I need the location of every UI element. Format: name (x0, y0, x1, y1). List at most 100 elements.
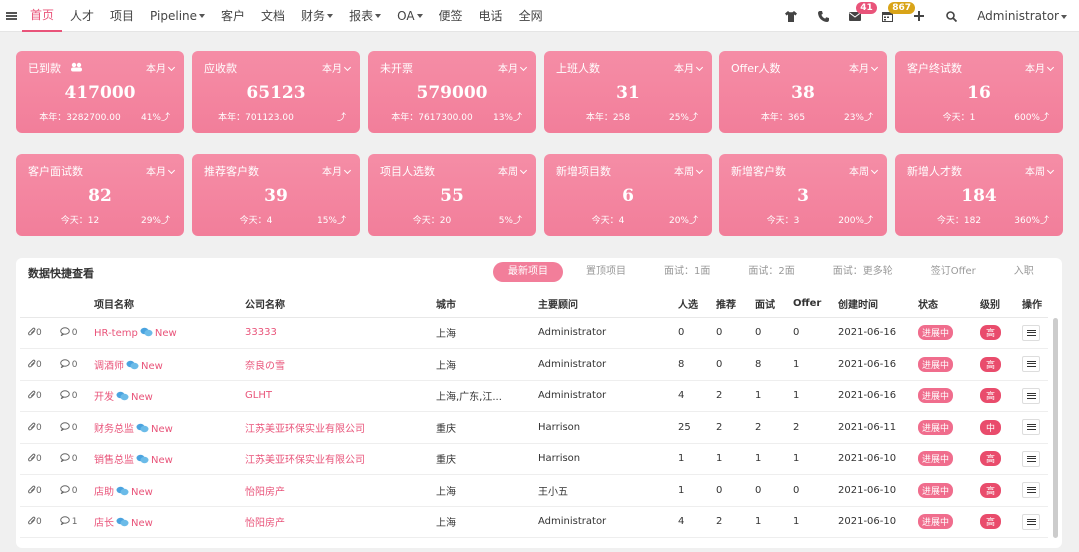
period-dropdown[interactable]: 本周 (674, 163, 704, 178)
user-menu[interactable]: Administrator (967, 0, 1079, 32)
table-row[interactable]: 0 0 HR-temp New 33333 上海 Administrator 0 0 0 0 2021… (20, 317, 1048, 349)
column-header: 创建时间 (834, 291, 914, 318)
company-link[interactable]: 奈良の雪 (245, 361, 285, 372)
stat-card[interactable]: 新增人才数 本周 184 今天：182 360%⤴ (895, 154, 1063, 236)
stat-card[interactable]: 已到款 本月 417000 本年：3282700.00 41%⤴ (16, 51, 184, 133)
period-dropdown[interactable]: 本周 (849, 163, 879, 178)
stat-card[interactable]: 项目人选数 本周 55 今天：20 5%⤴ (368, 154, 536, 236)
project-link[interactable]: 财务总监 (94, 424, 134, 435)
project-link[interactable]: 店长 (94, 518, 114, 529)
status-badge: 进展中 (918, 451, 954, 467)
shirt-icon[interactable] (775, 0, 807, 32)
stat-card[interactable]: 新增客户数 本周 3 今天：3 200%⤴ (719, 154, 887, 236)
period-dropdown[interactable]: 本月 (498, 60, 528, 75)
quick-view-panel: 数据快捷查看 最新项目 置顶项目 面试：1面 面试：2面 面试：更多轮 签订Offer 入职… (16, 258, 1062, 548)
stat-card[interactable]: 客户面试数 本月 82 今天：12 29%⤴ (16, 154, 184, 236)
company-cell: 江苏美亚环保实业有限公司 (241, 411, 432, 444)
tab-0[interactable]: 最新项目 (493, 262, 563, 282)
stat-card[interactable]: 客户终试数 本月 16 今天：1 600%⤴ (895, 51, 1063, 133)
action-menu-button[interactable] (1022, 356, 1040, 373)
action-cell (1018, 380, 1048, 412)
search-icon[interactable] (935, 0, 967, 32)
period-dropdown[interactable]: 本月 (322, 60, 352, 75)
project-link[interactable]: 店助 (94, 487, 114, 498)
period-dropdown[interactable]: 本月 (674, 60, 704, 75)
action-menu-button[interactable] (1022, 324, 1040, 341)
project-link[interactable]: 开发 (94, 392, 114, 403)
calendar-icon[interactable]: 867 (871, 0, 915, 32)
action-menu-button[interactable] (1022, 419, 1040, 436)
tab-6[interactable]: 入职 (999, 262, 1049, 282)
chat-icon (116, 392, 129, 403)
stat-card[interactable]: 未开票 本月 579000 本年：7617300.00 13%⤴ (368, 51, 536, 133)
nav-item-0[interactable]: 首页 (22, 0, 63, 32)
company-link[interactable]: 江苏美亚环保实业有限公司 (245, 455, 365, 466)
nav-item-3[interactable]: Pipeline (142, 0, 213, 32)
nav-item-2[interactable]: 项目 (102, 0, 142, 32)
tab-5[interactable]: 签订Offer (916, 262, 991, 282)
stat-card[interactable]: 应收款 本月 65123 本年：701123.00 ⤴ (192, 51, 360, 133)
trend-arrow-icon: ⤴ (688, 216, 698, 226)
action-menu-button[interactable] (1022, 387, 1040, 404)
tab-4[interactable]: 面试：更多轮 (818, 262, 908, 282)
stat-card[interactable]: 推荐客户数 本月 39 今天：4 15%⤴ (192, 154, 360, 236)
tab-2[interactable]: 面试：1面 (649, 262, 725, 282)
chat-icon (136, 423, 149, 435)
table-body: 0 0 HR-temp New 33333 上海 Administrator 0 0 0 0 2021… (20, 317, 1048, 538)
action-cell (1018, 443, 1048, 475)
project-link[interactable]: 销售总监 (94, 455, 134, 466)
period-label: 本月 (146, 64, 166, 75)
card-title: 上班人数 (556, 62, 600, 75)
action-menu-button[interactable] (1022, 513, 1040, 530)
period-dropdown[interactable]: 本周 (1025, 163, 1055, 178)
mail-icon[interactable]: 41 (839, 0, 877, 32)
action-menu-button[interactable] (1022, 450, 1040, 467)
nav-item-4[interactable]: 客户 (213, 0, 253, 32)
plus-icon[interactable] (903, 0, 935, 32)
nav-item-6[interactable]: 财务 (293, 0, 341, 32)
period-dropdown[interactable]: 本月 (146, 60, 176, 75)
chevron-down-icon (199, 14, 206, 18)
table-row[interactable]: 0 0 调酒师 New 奈良の雪 上海 Administrator 8 0 8 1 2021-06-1… (20, 348, 1048, 381)
project-link[interactable]: HR-temp (94, 328, 138, 339)
tab-1[interactable]: 置顶项目 (571, 262, 641, 282)
period-dropdown[interactable]: 本月 (849, 60, 879, 75)
period-dropdown[interactable]: 本周 (498, 163, 528, 178)
phone-icon[interactable] (807, 0, 839, 32)
company-link[interactable]: 江苏美亚环保实业有限公司 (245, 424, 365, 435)
company-link[interactable]: 33333 (245, 327, 277, 338)
card-value: 3 (797, 186, 809, 206)
company-cell: 奈良の雪 (241, 348, 432, 381)
table-row[interactable]: 0 1 店长 New 怡阳房产 上海 Administrator 4 2 1 1 2021-06-10… (20, 506, 1048, 538)
period-dropdown[interactable]: 本月 (322, 163, 352, 178)
offer-cell: 1 (789, 443, 834, 475)
stat-card[interactable]: Offer人数 本月 38 本年：365 23%⤴ (719, 51, 887, 133)
period-dropdown[interactable]: 本月 (1025, 60, 1055, 75)
candidates-cell: 1 (674, 443, 712, 475)
scrollbar[interactable] (1053, 318, 1058, 538)
table-row[interactable]: 0 0 销售总监 New 江苏美亚环保实业有限公司 重庆 Harrison 1 1 1 1 2021-… (20, 443, 1048, 475)
action-menu-button[interactable] (1022, 482, 1040, 499)
nav-item-7[interactable]: 报表 (341, 0, 389, 32)
company-link[interactable]: 怡阳房产 (245, 487, 285, 498)
tab-3[interactable]: 面试：2面 (733, 262, 809, 282)
nav-item-1[interactable]: 人才 (62, 0, 102, 32)
project-link[interactable]: 调酒师 (94, 361, 124, 372)
nav-item-9[interactable]: 便签 (431, 0, 471, 32)
company-link[interactable]: GLHT (245, 390, 272, 401)
menu-icon[interactable] (0, 0, 22, 32)
consultant-cell: Administrator (534, 506, 674, 538)
nav-item-8[interactable]: OA (389, 0, 430, 32)
stat-card[interactable]: 上班人数 本月 31 本年：258 25%⤴ (544, 51, 712, 133)
interview-cell: 1 (751, 443, 789, 475)
table-row[interactable]: 0 0 店助 New 怡阳房产 上海 王小五 1 0 0 0 2021-06-10 进展中高 (20, 474, 1048, 507)
table-row[interactable]: 0 0 开发 New GLHT 上海,广东,江... Administrator 4 2 1 1 20… (20, 380, 1048, 412)
table-row[interactable]: 0 0 财务总监 New 江苏美亚环保实业有限公司 重庆 Harrison 25 2 2 2 2021… (20, 411, 1048, 444)
nav-item-11[interactable]: 全网 (511, 0, 551, 32)
stat-card[interactable]: 新增项目数 本周 6 今天：4 20%⤴ (544, 154, 712, 236)
company-link[interactable]: 怡阳房产 (245, 518, 285, 529)
nav-item-10[interactable]: 电话 (471, 0, 511, 32)
nav-item-5[interactable]: 文档 (253, 0, 293, 32)
period-label: 本月 (849, 64, 869, 75)
period-dropdown[interactable]: 本月 (146, 163, 176, 178)
